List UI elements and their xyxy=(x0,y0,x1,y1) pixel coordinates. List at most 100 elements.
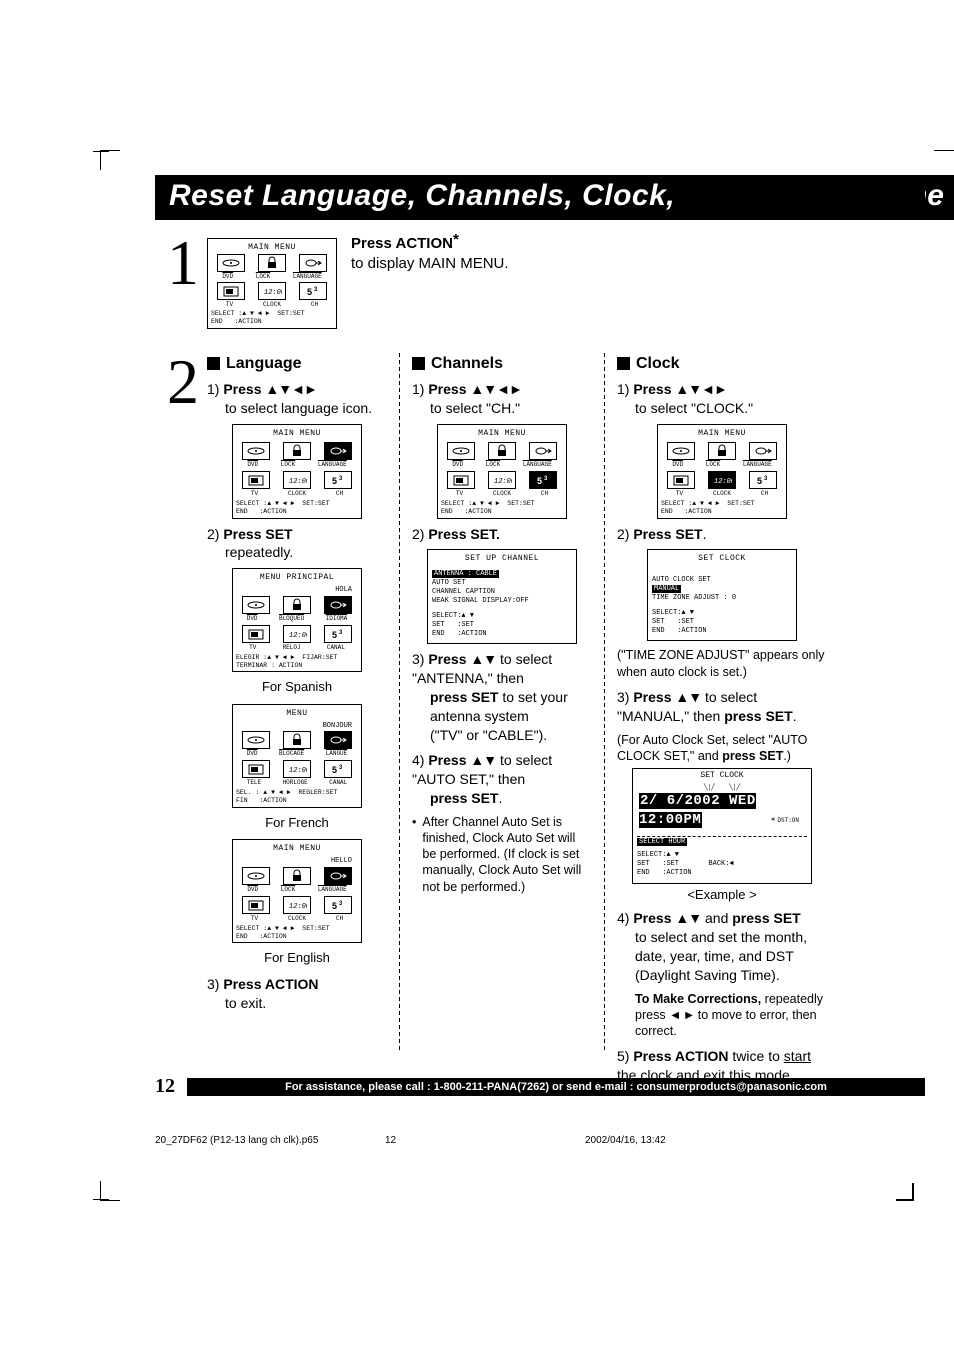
osd-label: CLOCK xyxy=(263,301,281,308)
svg-text:12:00: 12:00 xyxy=(289,767,307,775)
arrow-icons: ▲▼ xyxy=(470,752,496,768)
osd-footer: SELECT :▲ ▼ ◄ ► SET:SET END :ACTION xyxy=(441,500,563,516)
osd-footer: SELECT :▲ ▼ ◄ ► SET:SET END :ACTION xyxy=(211,310,333,326)
osd-label: DVD xyxy=(247,615,258,623)
ch-icon: 53 xyxy=(324,471,352,489)
osd-label: CLOCK xyxy=(493,490,511,498)
step-number-2: 2 xyxy=(155,353,199,411)
imprint-file: 20_27DF62 (P12-13 lang ch clk).p65 xyxy=(155,1135,385,1146)
note-text: ("TIME ZONE ADJUST" appears only when au… xyxy=(617,647,827,680)
dvd-icon xyxy=(242,731,270,749)
square-bullet-icon xyxy=(207,357,220,370)
tv-icon xyxy=(242,471,270,489)
osd-footer: SELECT :▲ ▼ ◄ ► SET:SET END :ACTION xyxy=(236,925,358,941)
clock-icon: 12:00 xyxy=(258,282,286,300)
corrections-note: To Make Corrections, repeatedly press ◄ … xyxy=(617,991,827,1040)
osd-label: TV xyxy=(251,915,258,923)
osd-label: LANGUE xyxy=(326,750,348,758)
list-item: 3) Press ▲▼ to select "ANTENNA," then pr… xyxy=(412,650,592,744)
osd-label: CH xyxy=(336,915,343,923)
section-heading: Clock xyxy=(636,353,680,375)
crop-mark xyxy=(100,150,120,170)
arrow-icons: ▲▼ xyxy=(470,651,496,667)
osd-title: SET UP CHANNEL xyxy=(432,554,572,564)
clock-icon: 12:00 xyxy=(283,625,311,643)
column-divider xyxy=(604,353,605,1053)
osd-label: LOCK xyxy=(486,461,500,469)
osd-set-clock: SET CLOCK AUTO CLOCK SET MANUAL TIME ZON… xyxy=(647,549,797,641)
section-heading: Language xyxy=(226,353,302,375)
lock-icon xyxy=(488,442,516,460)
greeting-label: BONJOUR xyxy=(236,722,358,731)
language-icon xyxy=(324,867,352,885)
osd-title: SET CLOCK xyxy=(652,554,792,564)
language-icon xyxy=(324,596,352,614)
caption-english: For English xyxy=(207,949,387,967)
osd-label: TELE xyxy=(247,779,261,787)
osd-label: DVD xyxy=(222,273,233,280)
osd-footer: SELECT :▲ ▼ ◄ ► SET:SET END :ACTION xyxy=(236,500,358,516)
bullet-note: •After Channel Auto Set is finished, Clo… xyxy=(412,814,592,895)
dvd-icon xyxy=(217,254,245,272)
osd-label: LANGUAGE xyxy=(318,886,347,894)
osd-title: MENU PRINCIPAL xyxy=(236,573,358,584)
crop-mark xyxy=(100,1181,120,1201)
osd-label: LANGUAGE xyxy=(318,461,347,469)
ch-icon: 53 xyxy=(529,471,557,489)
osd-set-clock-example: SET CLOCK ╲│╱ ╲│╱ 2/ 6/2002 WED 12:00PM … xyxy=(632,768,812,883)
svg-text:3: 3 xyxy=(314,287,318,293)
language-icon xyxy=(529,442,557,460)
osd-label: IDIOMA xyxy=(326,615,348,623)
osd-title: SET CLOCK xyxy=(637,771,807,781)
svg-text:5: 5 xyxy=(307,287,312,297)
osd-row-highlight: MANUAL xyxy=(652,585,681,593)
svg-text:12:00: 12:00 xyxy=(289,903,307,911)
osd-main-menu: MAIN MENU DVDLOCKLANGUAGE 12:0053 TVCLOC… xyxy=(232,424,362,519)
clock-icon: 12:00 xyxy=(283,760,311,778)
osd-label: LANGUAGE xyxy=(743,461,772,469)
osd-setup-channel: SET UP CHANNEL ANTENNA : CABLE AUTO SET … xyxy=(427,549,577,644)
osd-title: MAIN MENU xyxy=(236,429,358,440)
list-item: 1) Press ▲▼◄► to select "CH." xyxy=(412,380,592,418)
greeting-label: HOLA xyxy=(236,586,358,595)
osd-label: DVD xyxy=(247,750,258,758)
osd-label: RELOJ xyxy=(283,644,301,652)
assistance-banner: For assistance, please call : 1-800-211-… xyxy=(187,1078,925,1096)
osd-footer: SELECT:▲ ▼ SET :SET BACK:◄ END :ACTION xyxy=(637,851,807,878)
osd-label: CANAL xyxy=(327,644,345,652)
osd-label: CLOCK xyxy=(713,490,731,498)
svg-text:3: 3 xyxy=(544,476,548,482)
osd-row: AUTO SET xyxy=(432,579,572,588)
osd-label: BLOQUEO xyxy=(279,615,304,623)
osd-footer: SELECT:▲ ▼ SET :SET END :ACTION xyxy=(432,612,572,639)
tv-icon xyxy=(242,760,270,778)
osd-row: CHANNEL CAPTION xyxy=(432,588,572,597)
osd-label: CANAL xyxy=(329,779,347,787)
osd-row: TIME ZONE ADJUST : 0 xyxy=(652,594,792,603)
osd-label: LANGUAGE xyxy=(523,461,552,469)
lock-icon xyxy=(708,442,736,460)
list-item: 4) Press ▲▼ and press SET to select and … xyxy=(617,909,827,985)
osd-label: LOCK xyxy=(706,461,720,469)
list-item: 1) Press ▲▼◄► to select language icon. xyxy=(207,380,387,418)
osd-footer: SELECT :▲ ▼ ◄ ► SET:SET END :ACTION xyxy=(661,500,783,516)
svg-text:12:00: 12:00 xyxy=(289,632,307,640)
osd-label: CH xyxy=(541,490,548,498)
lock-icon xyxy=(283,731,311,749)
dvd-icon xyxy=(667,442,695,460)
osd-title: MAIN MENU xyxy=(236,844,358,855)
page-number: 12 xyxy=(155,1075,175,1098)
tv-icon xyxy=(242,625,270,643)
list-item: 3) Press ACTION to exit. xyxy=(207,975,387,1013)
clock-icon: 12:00 xyxy=(283,896,311,914)
crop-mark xyxy=(934,150,954,170)
osd-row-highlight: ANTENNA : CABLE xyxy=(432,570,499,578)
lock-icon xyxy=(283,596,311,614)
clock-icon: 12:00 xyxy=(708,471,736,489)
asterisk-icon: * xyxy=(453,231,459,248)
list-item: 2) Press SET. xyxy=(412,525,592,544)
dvd-icon xyxy=(242,442,270,460)
osd-label: LOCK xyxy=(281,461,295,469)
imprint-date: 2002/04/16, 13:42 xyxy=(585,1135,666,1146)
osd-label: CH xyxy=(336,490,343,498)
